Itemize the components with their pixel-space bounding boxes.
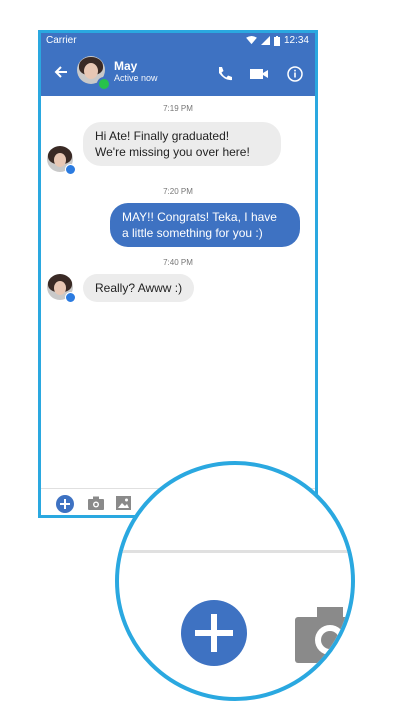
message-list[interactable]: 7:19 PM Hi Ate! Finally graduated! We're… [41,96,315,486]
image-icon[interactable] [116,496,131,510]
status-icons: 12:34 [246,35,309,46]
camera-icon[interactable] [88,496,104,510]
online-indicator [97,77,111,91]
clock-time: 12:34 [283,35,309,46]
avatar-face [54,153,66,167]
message-line: Really? Awww :) [95,281,183,295]
avatar-face [54,281,66,295]
messenger-badge-icon [65,164,76,175]
contact-status: Active now [114,73,158,83]
message-line: MAY!! Congrats! Teka, I have [122,210,277,224]
toolbar-divider [119,550,351,553]
plus-glyph [195,614,233,652]
avatar-face [84,63,98,79]
conversation-header: May Active now [41,50,315,96]
messenger-badge-icon [65,292,76,303]
camera-icon[interactable] [295,603,355,663]
phone-frame: Carrier 12:34 May Active now 7:19 PM Hi … [38,30,318,518]
status-bar: Carrier 12:34 [41,33,315,50]
timestamp: 7:20 PM [163,187,193,196]
contact-name[interactable]: May [114,59,137,73]
plus-icon[interactable] [56,495,74,513]
message-line: We're missing you over here! [95,145,250,159]
message-bubble-incoming[interactable]: Really? Awww :) [83,274,195,302]
plus-icon[interactable] [181,600,247,666]
message-line: Hi Ate! Finally graduated! [95,129,230,143]
wifi-icon [246,36,257,45]
video-call-icon[interactable] [249,64,269,84]
timestamp: 7:40 PM [163,258,193,267]
signal-icon [260,36,270,45]
message-line: a little something for you :) [122,226,263,240]
message-bubble-incoming[interactable]: Hi Ate! Finally graduated! We're missing… [83,122,281,166]
phone-call-icon[interactable] [215,64,235,84]
back-arrow-icon[interactable] [51,62,71,82]
message-bubble-outgoing[interactable]: MAY!! Congrats! Teka, I have a little so… [110,203,300,247]
info-icon[interactable] [285,64,305,84]
battery-icon [273,35,280,46]
timestamp: 7:19 PM [163,104,193,113]
zoom-magnifier [115,461,355,701]
carrier-label: Carrier [46,35,77,46]
